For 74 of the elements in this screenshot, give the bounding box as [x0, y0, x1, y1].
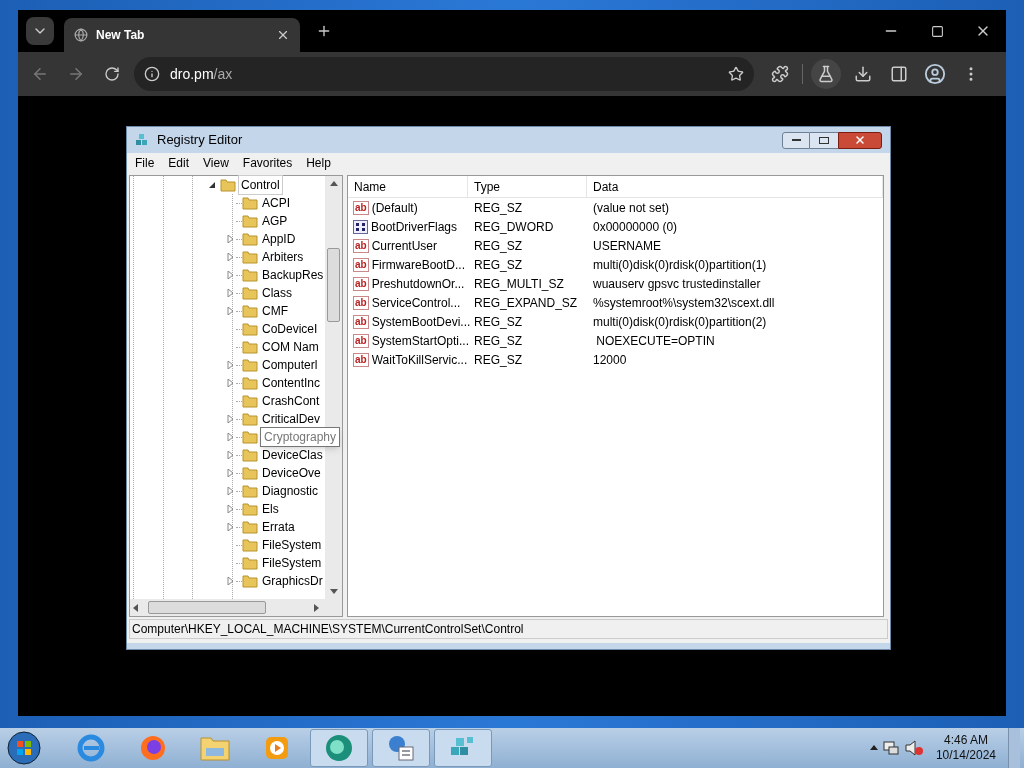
menu-item[interactable]: Edit [168, 154, 190, 172]
value-data: 0x00000000 (0) [592, 218, 679, 236]
value-name[interactable]: (Default) [371, 198, 418, 217]
tree-item[interactable]: ACPI [262, 194, 290, 212]
tree-item[interactable]: FileSystem [262, 554, 322, 572]
value-name[interactable]: FirmwareBootD... [371, 255, 466, 274]
tree-item[interactable]: GraphicsDr [262, 572, 323, 590]
tree-item[interactable]: CrashCont [262, 392, 320, 410]
value-data: USERNAME [592, 237, 662, 255]
window-title: Registry Editor [157, 131, 244, 150]
status-bar: Computer\HKEY_LOCAL_MACHINE\SYSTEM\CurrentControlSet\Control [129, 619, 888, 639]
tree-item[interactable]: CriticalDev [262, 410, 320, 428]
tree-item[interactable]: Errata [262, 518, 295, 536]
menu-item[interactable]: Favorites [242, 154, 293, 172]
browser-tab[interactable]: New Tab [64, 18, 300, 52]
string-value-icon: ab [353, 200, 369, 215]
tab-title: New Tab [96, 27, 146, 44]
string-value-icon: ab [353, 238, 369, 253]
string-value-icon: ab [353, 352, 369, 367]
tree-item[interactable]: ContentInc [262, 374, 321, 392]
string-value-icon: ab [353, 314, 369, 329]
menu-item[interactable]: File [135, 154, 155, 172]
value-data: 12000 [592, 351, 628, 369]
menu-item[interactable]: View [203, 154, 229, 172]
value-type: REG_DWORD [473, 218, 555, 236]
value-type: REG_SZ [473, 313, 523, 331]
value-data: NOEXECUTE=OPTIN [595, 332, 716, 350]
string-value-icon: ab [353, 276, 369, 291]
value-name[interactable]: CurrentUser [371, 236, 438, 255]
value-data: %systemroot%\system32\scext.dll [592, 294, 776, 312]
tree-item[interactable]: COM Nam [262, 338, 319, 356]
column-header[interactable]: Name [348, 176, 468, 197]
value-name[interactable]: PreshutdownOr... [371, 274, 465, 293]
value-name[interactable]: ServiceControl... [371, 293, 461, 312]
address-bar[interactable]: dro.pm/ax [134, 57, 754, 91]
string-value-icon: ab [353, 333, 369, 348]
tree-item[interactable]: DeviceClas [262, 446, 323, 464]
column-header[interactable]: Data [587, 176, 883, 197]
tree-item[interactable]: CoDeviceI [262, 320, 318, 338]
tree-item[interactable]: Diagnostic [262, 482, 319, 500]
value-type: REG_SZ [473, 256, 523, 274]
url-text: dro.pm/ax [170, 64, 234, 84]
tree-item[interactable]: DeviceOve [262, 464, 321, 482]
value-type: REG_SZ [473, 199, 523, 217]
clock-date: 10/14/2024 [935, 748, 996, 763]
value-type: REG_SZ [473, 351, 523, 369]
value-name[interactable]: SystemStartOpti... [371, 331, 470, 350]
value-name[interactable]: BootDriverFlags [371, 217, 458, 236]
value-data: multi(0)disk(0)rdisk(0)partition(2) [592, 313, 768, 331]
value-data: wuauserv gpsvc trustedinstaller [592, 275, 762, 293]
value-name[interactable]: SystemBootDevi... [371, 312, 471, 331]
clock-time: 4:46 AM [943, 733, 988, 748]
value-name[interactable]: WaitToKillServic... [371, 350, 468, 369]
tree-item[interactable]: Els [262, 500, 279, 518]
column-header[interactable]: Type [468, 176, 587, 197]
value-type: REG_SZ [473, 332, 523, 350]
value-type: REG_MULTI_SZ [473, 275, 565, 293]
tree-item[interactable]: AppID [262, 230, 296, 248]
tree-item[interactable]: Arbiters [262, 248, 304, 266]
tree-item[interactable]: Computerl [262, 356, 318, 374]
value-type: REG_EXPAND_SZ [473, 294, 579, 312]
tree-item[interactable]: FileSystem [262, 536, 322, 554]
value-data: multi(0)disk(0)rdisk(0)partition(1) [592, 256, 768, 274]
tree-item[interactable]: CMF [262, 302, 288, 320]
tree-item-tooltip[interactable]: Cryptography [260, 427, 341, 447]
tree-item[interactable]: Control [238, 175, 283, 195]
value-data: (value not set) [592, 199, 671, 217]
tree-item[interactable]: BackupRes [262, 266, 324, 284]
tree-item[interactable]: AGP [262, 212, 288, 230]
string-value-icon: ab [353, 295, 369, 310]
tree-item[interactable]: Class [262, 284, 292, 302]
menu-item[interactable]: Help [306, 154, 331, 172]
value-type: REG_SZ [473, 237, 523, 255]
string-value-icon: ab [353, 257, 369, 272]
